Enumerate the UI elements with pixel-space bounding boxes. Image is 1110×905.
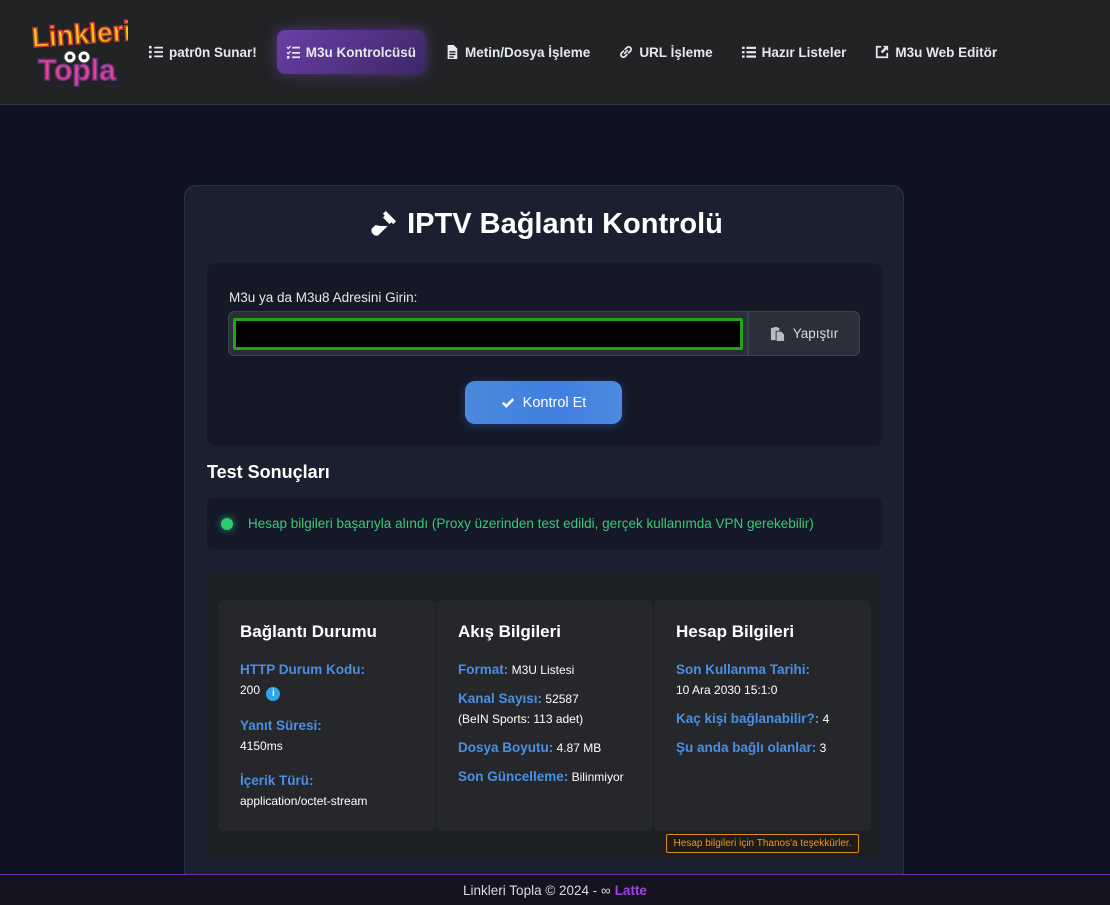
max-connections-value: 4 — [822, 712, 830, 726]
page-title-text: IPTV Bağlantı Kontrolü — [407, 208, 723, 240]
active-connections-label: Şu anda bağlı olanlar: — [676, 740, 817, 755]
list-check-icon — [286, 45, 300, 59]
connection-status-title: Bağlantı Durumu — [240, 622, 377, 641]
format-label: Format: — [458, 662, 509, 677]
footer: Linkleri Topla © 2024 - ∞ Latte — [0, 874, 1110, 905]
nav-label: Metin/Dosya İşleme — [465, 44, 591, 60]
content-type-value: application/octet-stream — [240, 794, 368, 808]
list-icon — [741, 46, 756, 58]
results-title: Test Sonuçları — [207, 462, 330, 482]
response-time-value: 4150ms — [240, 739, 283, 753]
http-status-field: HTTP Durum Kodu: 200 i — [240, 660, 435, 701]
nav-label: M3u Web Editör — [895, 44, 998, 60]
format-value: M3U Listesi — [511, 663, 575, 677]
nav-label: URL İşleme — [639, 44, 713, 60]
paste-button-label: Yapıştır — [792, 326, 839, 341]
footer-latte-link[interactable]: Latte — [615, 883, 647, 898]
active-connections-value: 3 — [819, 741, 827, 755]
channel-count-field: Kanal Sayısı: 52587 (BeIN Sports: 113 ad… — [458, 689, 653, 729]
response-time-field: Yanıt Süresi: 4150ms — [240, 716, 435, 756]
info-icon[interactable]: i — [266, 687, 281, 701]
channel-count-value: 52587 — [545, 692, 579, 706]
status-message: Hesap bilgileri başarıyla alındı (Proxy … — [207, 498, 882, 549]
stream-info-card: Akış Bilgileri Format: M3U Listesi Kanal… — [436, 600, 653, 831]
max-connections-label: Kaç kişi bağlanabilir?: — [676, 711, 820, 726]
status-dot-icon — [221, 517, 233, 530]
nav-label: patr0n Sunar! — [169, 44, 257, 60]
channel-count-label: Kanal Sayısı: — [458, 691, 543, 706]
file-size-field: Dosya Boyutu: 4.87 MB — [458, 738, 653, 758]
nav-item-metin-dosya[interactable]: Metin/Dosya İşleme — [436, 30, 599, 74]
link-icon — [620, 46, 633, 58]
nav-item-m3u-kontrolcusu[interactable]: M3u Kontrolcüsü — [276, 30, 426, 74]
thanks-note: Hesap bilgileri için Thanos'a teşekkürle… — [666, 834, 859, 853]
url-input-panel: M3u ya da M3u8 Adresini Girin: Yapıştır … — [207, 263, 882, 446]
file-size-label: Dosya Boyutu: — [458, 740, 554, 755]
file-icon — [447, 45, 458, 59]
last-update-field: Son Güncelleme: Bilinmiyor — [458, 767, 653, 787]
iptv-check-card: IPTV Bağlantı Kontrolü M3u ya da M3u8 Ad… — [184, 185, 904, 905]
expiry-label: Son Kullanma Tarihi: — [676, 662, 811, 677]
format-field: Format: M3U Listesi — [458, 660, 653, 680]
m3u-url-input[interactable] — [233, 318, 743, 350]
nav-label: Hazır Listeler — [761, 44, 847, 60]
response-time-label: Yanıt Süresi: — [240, 718, 322, 733]
account-info-title: Hesap Bilgileri — [676, 622, 795, 641]
top-navbar: Linkleri Topla patr0n Sunar! M3u Kontrol… — [0, 0, 1110, 105]
status-text: Hesap bilgileri başarıyla alındı (Proxy … — [248, 516, 814, 531]
last-update-value: Bilinmiyor — [571, 770, 624, 784]
footer-text: Linkleri Topla © 2024 - ∞ — [463, 882, 611, 898]
http-status-label: HTTP Durum Kodu: — [240, 662, 365, 677]
nav-item-m3u-web-editor[interactable]: M3u Web Editör — [866, 30, 1006, 74]
max-connections-field: Kaç kişi bağlanabilir?: 4 — [676, 709, 871, 729]
nav-label: M3u Kontrolcüsü — [305, 44, 417, 60]
vial-icon — [371, 210, 397, 236]
nav-item-patron-sunar[interactable]: patr0n Sunar! — [140, 30, 266, 74]
check-icon — [501, 397, 514, 408]
bein-count-note: (BeIN Sports: 113 adet) — [458, 712, 584, 726]
results-panel: Bağlantı Durumu HTTP Durum Kodu: 200 i Y… — [207, 572, 882, 859]
page-title: IPTV Bağlantı Kontrolü — [185, 208, 905, 241]
active-connections-field: Şu anda bağlı olanlar: 3 — [676, 738, 871, 758]
url-input-label: M3u ya da M3u8 Adresini Girin: — [229, 290, 418, 305]
content-type-label: İçerik Türü: — [240, 773, 314, 788]
linkleri-topla-logo[interactable]: Linkleri Topla — [28, 10, 128, 94]
external-link-icon — [876, 45, 889, 59]
expiry-field: Son Kullanma Tarihi: 10 Ara 2030 15:1:0 — [676, 660, 871, 700]
file-size-value: 4.87 MB — [556, 741, 602, 755]
connection-status-card: Bağlantı Durumu HTTP Durum Kodu: 200 i Y… — [218, 600, 435, 831]
http-status-value: 200 — [240, 683, 261, 697]
paste-button[interactable]: Yapıştır — [748, 311, 860, 356]
svg-text:Linkleri: Linkleri — [31, 15, 128, 53]
last-update-label: Son Güncelleme: — [458, 769, 569, 784]
nav-item-hazir-listeler[interactable]: Hazır Listeler — [733, 30, 856, 74]
check-button-label: Kontrol Et — [522, 394, 587, 411]
account-info-card: Hesap Bilgileri Son Kullanma Tarihi: 10 … — [654, 600, 871, 831]
nav-item-url-isleme[interactable]: URL İşleme — [610, 30, 721, 74]
list-ol-icon — [149, 45, 163, 59]
url-input-group — [228, 311, 748, 356]
main-nav: patr0n Sunar! M3u Kontrolcüsü Metin/Dosy… — [140, 30, 1017, 74]
paste-icon — [770, 326, 784, 341]
expiry-value: 10 Ara 2030 15:1:0 — [676, 683, 778, 697]
check-button[interactable]: Kontrol Et — [465, 381, 622, 424]
stream-info-title: Akış Bilgileri — [458, 622, 561, 641]
content-type-field: İçerik Türü: application/octet-stream — [240, 771, 435, 811]
svg-text:Topla: Topla — [38, 54, 116, 87]
